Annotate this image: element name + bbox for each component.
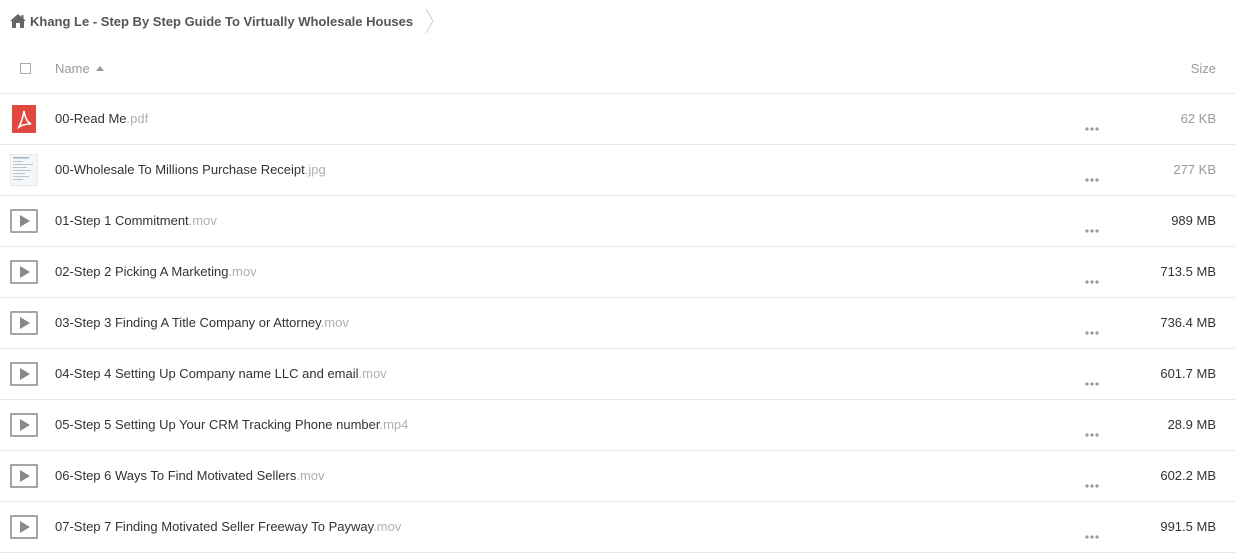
file-size: 62 KB xyxy=(1180,111,1216,126)
file-row[interactable]: 01-Step 1 Commitment.mov 989 MB xyxy=(0,196,1235,247)
file-size: 277 KB xyxy=(1173,162,1216,177)
video-icon xyxy=(10,256,38,288)
more-options-icon[interactable] xyxy=(1085,526,1099,539)
file-extension: .mov xyxy=(228,264,257,279)
video-icon xyxy=(10,409,38,441)
breadcrumb-folder-name[interactable]: Khang Le - Step By Step Guide To Virtual… xyxy=(30,14,413,29)
home-icon[interactable] xyxy=(10,14,26,28)
file-size: 736.4 MB xyxy=(1160,315,1216,330)
file-extension: .mov xyxy=(320,315,349,330)
file-extension: .jpg xyxy=(304,162,326,177)
name-column-label: Name xyxy=(55,61,90,76)
file-extension: .mov xyxy=(358,366,387,381)
more-options-icon[interactable] xyxy=(1085,169,1099,182)
file-name[interactable]: 04-Step 4 Setting Up Company name LLC an… xyxy=(55,366,387,381)
more-options-icon[interactable] xyxy=(1085,475,1099,488)
more-options-icon[interactable] xyxy=(1085,424,1099,437)
file-basename: 01-Step 1 Commitment xyxy=(55,213,189,228)
file-name[interactable]: 06-Step 6 Ways To Find Motivated Sellers… xyxy=(55,468,325,483)
file-browser: Khang Le - Step By Step Guide To Virtual… xyxy=(0,0,1235,557)
video-icon xyxy=(10,358,38,390)
video-icon xyxy=(10,511,38,543)
file-row[interactable]: 04-Step 4 Setting Up Company name LLC an… xyxy=(0,349,1235,400)
file-basename: 00-Wholesale To Millions Purchase Receip… xyxy=(55,162,305,177)
file-extension: .mov xyxy=(188,213,217,228)
list-header: Name Size xyxy=(0,44,1235,94)
file-extension: .pdf xyxy=(126,111,149,126)
file-size: 602.2 MB xyxy=(1160,468,1216,483)
more-options-icon[interactable] xyxy=(1085,220,1099,233)
file-size: 28.9 MB xyxy=(1167,417,1216,432)
file-basename: 00-Read Me xyxy=(55,111,127,126)
more-options-icon[interactable] xyxy=(1085,322,1099,335)
file-name[interactable]: 01-Step 1 Commitment.mov xyxy=(55,213,217,228)
file-row[interactable]: 06-Step 6 Ways To Find Motivated Sellers… xyxy=(0,451,1235,502)
file-row[interactable]: 05-Step 5 Setting Up Your CRM Tracking P… xyxy=(0,400,1235,451)
more-options-icon[interactable] xyxy=(1085,373,1099,386)
file-basename: 03-Step 3 Finding A Title Company or Att… xyxy=(55,315,321,330)
breadcrumb-chevron-icon xyxy=(425,8,435,34)
file-size: 989 MB xyxy=(1171,213,1216,228)
video-icon xyxy=(10,205,38,237)
file-name[interactable]: 05-Step 5 Setting Up Your CRM Tracking P… xyxy=(55,417,408,432)
breadcrumb: Khang Le - Step By Step Guide To Virtual… xyxy=(10,6,435,36)
file-size: 601.7 MB xyxy=(1160,366,1216,381)
sort-ascending-icon xyxy=(95,66,104,71)
file-basename: 04-Step 4 Setting Up Company name LLC an… xyxy=(55,366,359,381)
file-row[interactable]: 00-Read Me.pdf 62 KB xyxy=(0,94,1235,145)
video-icon xyxy=(10,307,38,339)
pdf-icon xyxy=(10,103,38,135)
video-icon xyxy=(10,460,38,492)
file-row[interactable]: 02-Step 2 Picking A Marketing.mov 713.5 … xyxy=(0,247,1235,298)
file-basename: 07-Step 7 Finding Motivated Seller Freew… xyxy=(55,519,374,534)
image-thumbnail xyxy=(9,153,39,187)
file-basename: 06-Step 6 Ways To Find Motivated Sellers xyxy=(55,468,297,483)
file-list: 00-Read Me.pdf 62 KB 00-Wholesale To Mil… xyxy=(0,94,1235,553)
file-name[interactable]: 00-Read Me.pdf xyxy=(55,111,148,126)
file-name[interactable]: 00-Wholesale To Millions Purchase Receip… xyxy=(55,162,326,177)
name-column-header[interactable]: Name xyxy=(55,61,104,76)
file-row[interactable]: 00-Wholesale To Millions Purchase Receip… xyxy=(0,145,1235,196)
file-extension: .mp4 xyxy=(379,417,409,432)
file-row[interactable]: 07-Step 7 Finding Motivated Seller Freew… xyxy=(0,502,1235,553)
more-options-icon[interactable] xyxy=(1085,271,1099,284)
file-size: 991.5 MB xyxy=(1160,519,1216,534)
file-row[interactable]: 03-Step 3 Finding A Title Company or Att… xyxy=(0,298,1235,349)
file-size: 713.5 MB xyxy=(1160,264,1216,279)
select-all-checkbox[interactable] xyxy=(20,63,31,74)
file-name[interactable]: 07-Step 7 Finding Motivated Seller Freew… xyxy=(55,519,401,534)
file-extension: .mov xyxy=(296,468,325,483)
file-name[interactable]: 03-Step 3 Finding A Title Company or Att… xyxy=(55,315,349,330)
size-column-header[interactable]: Size xyxy=(1191,61,1216,76)
file-extension: .mov xyxy=(373,519,402,534)
file-name[interactable]: 02-Step 2 Picking A Marketing.mov xyxy=(55,264,257,279)
file-basename: 02-Step 2 Picking A Marketing xyxy=(55,264,229,279)
more-options-icon[interactable] xyxy=(1085,118,1099,131)
file-basename: 05-Step 5 Setting Up Your CRM Tracking P… xyxy=(55,417,380,432)
